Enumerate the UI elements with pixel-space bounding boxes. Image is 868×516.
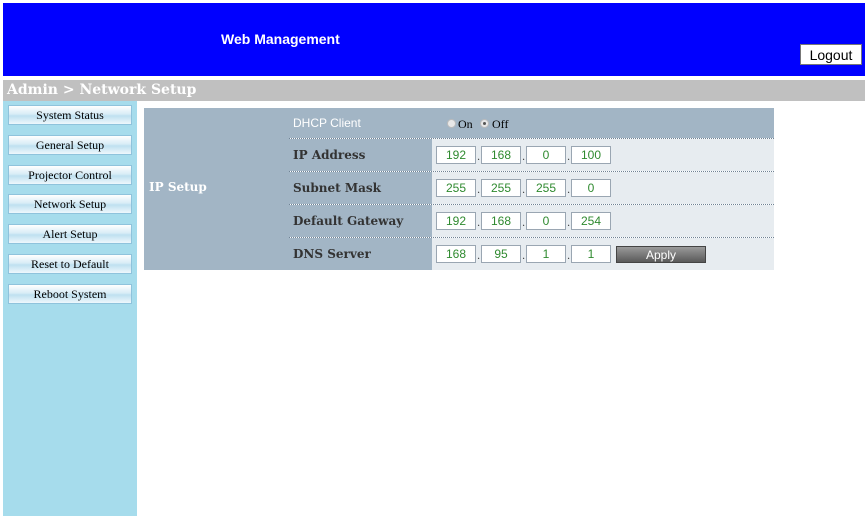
- breadcrumb: Admin > Network Setup: [3, 80, 865, 101]
- sidebar-item-reset-to-default[interactable]: Reset to Default: [8, 254, 132, 274]
- default-gateway-octet-4[interactable]: 254: [571, 212, 611, 230]
- sidebar-item-alert-setup[interactable]: Alert Setup: [8, 224, 132, 244]
- octet-separator: .: [477, 218, 481, 229]
- octet-separator: .: [567, 251, 571, 262]
- octet-separator: .: [477, 185, 481, 196]
- default-gateway-label: Default Gateway: [289, 205, 432, 237]
- logout-button[interactable]: Logout: [800, 44, 862, 65]
- dns-server-octet-1[interactable]: 168: [436, 245, 476, 263]
- ip-address-label: IP Address: [289, 139, 432, 171]
- subnet-mask-octet-2[interactable]: 255: [481, 179, 521, 197]
- subnet-mask-octet-3[interactable]: 255: [526, 179, 566, 197]
- app-title: Web Management: [221, 31, 340, 47]
- sidebar-item-projector-control[interactable]: Projector Control: [8, 165, 132, 185]
- ip-address-octet-2[interactable]: 168: [481, 146, 521, 164]
- octet-separator: .: [567, 152, 571, 163]
- dns-server-octet-2[interactable]: 95: [481, 245, 521, 263]
- subnet-mask-octet-1[interactable]: 255: [436, 179, 476, 197]
- octet-separator: .: [522, 152, 526, 163]
- ip-setup-title: IP Setup: [149, 180, 207, 194]
- subnet-mask-octet-4[interactable]: 0: [571, 179, 611, 197]
- ip-address-octet-1[interactable]: 192: [436, 146, 476, 164]
- sidebar-item-system-status[interactable]: System Status: [8, 105, 132, 125]
- header-bar: Web Management: [3, 3, 865, 76]
- octet-separator: .: [567, 185, 571, 196]
- ip-setup-section-label: IP Setup: [144, 108, 289, 270]
- dns-server-label: DNS Server: [289, 238, 432, 270]
- dhcp-on-radio[interactable]: [447, 119, 456, 128]
- ip-address-octet-3[interactable]: 0: [526, 146, 566, 164]
- dns-server-octet-3[interactable]: 1: [526, 245, 566, 263]
- default-gateway-octet-2[interactable]: 168: [481, 212, 521, 230]
- sidebar-item-general-setup[interactable]: General Setup: [8, 135, 132, 155]
- octet-separator: .: [567, 218, 571, 229]
- dhcp-off-label: Off: [492, 117, 509, 131]
- sidebar-item-reboot-system[interactable]: Reboot System: [8, 284, 132, 304]
- dns-server-octet-4[interactable]: 1: [571, 245, 611, 263]
- dhcp-client-label: DHCP Client: [289, 108, 432, 138]
- octet-separator: .: [522, 251, 526, 262]
- sidebar: System Status General Setup Projector Co…: [3, 101, 137, 516]
- octet-separator: .: [522, 218, 526, 229]
- dhcp-on-label: On: [458, 117, 473, 131]
- octet-separator: .: [477, 152, 481, 163]
- octet-separator: .: [477, 251, 481, 262]
- default-gateway-octet-1[interactable]: 192: [436, 212, 476, 230]
- ip-address-octet-4[interactable]: 100: [571, 146, 611, 164]
- subnet-mask-label: Subnet Mask: [289, 172, 432, 204]
- dhcp-off-radio[interactable]: [480, 119, 489, 128]
- sidebar-item-network-setup[interactable]: Network Setup: [8, 194, 132, 214]
- apply-button[interactable]: Apply: [616, 246, 706, 263]
- octet-separator: .: [522, 185, 526, 196]
- default-gateway-octet-3[interactable]: 0: [526, 212, 566, 230]
